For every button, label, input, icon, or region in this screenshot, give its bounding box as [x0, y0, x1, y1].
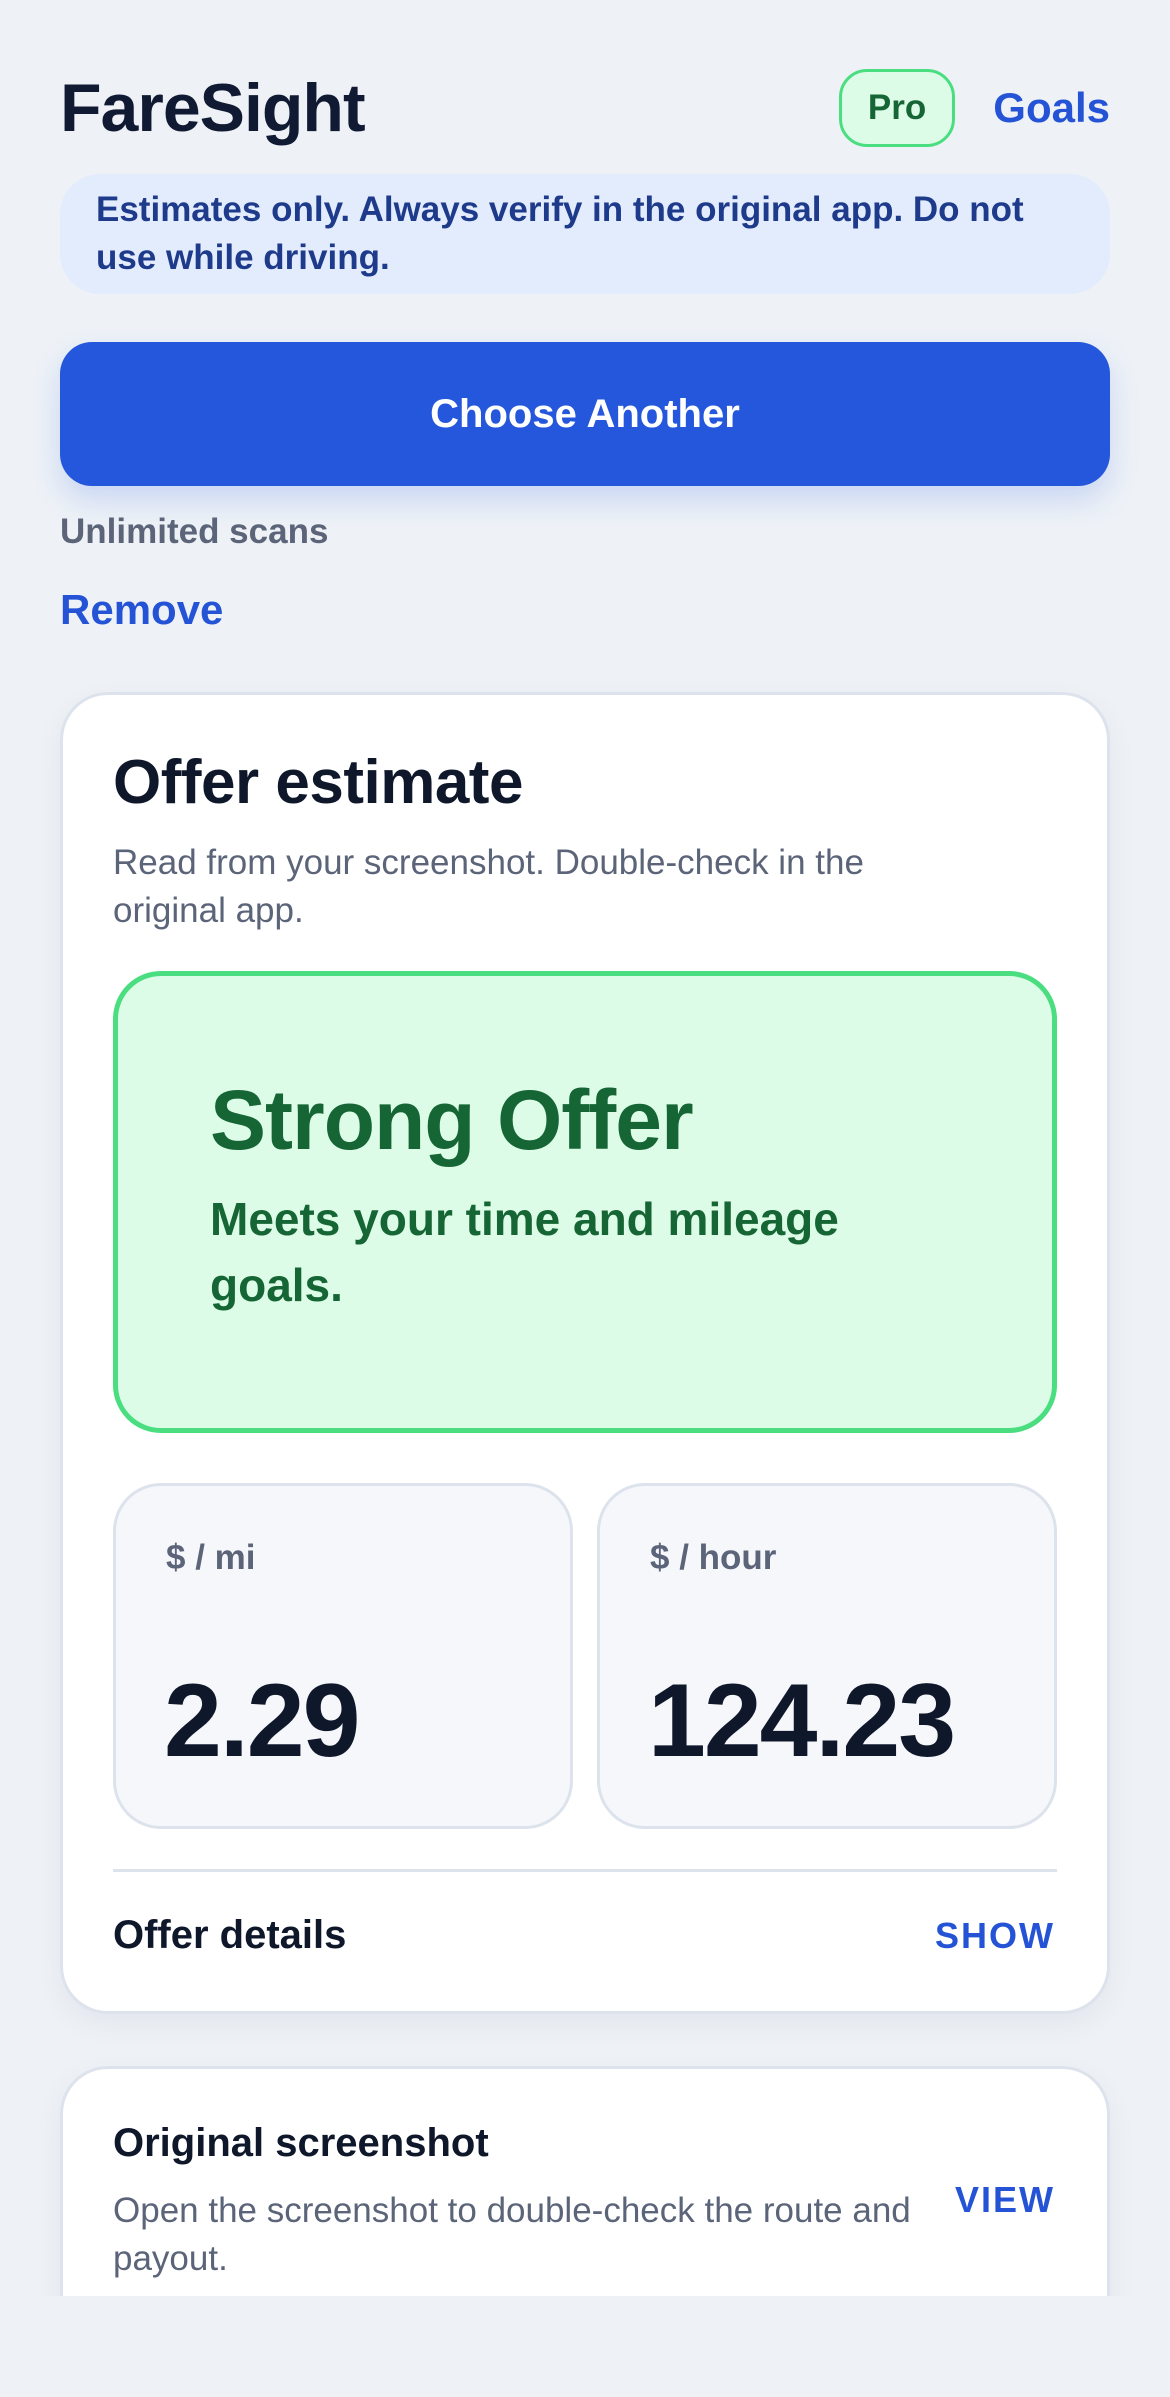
- goals-link[interactable]: Goals: [993, 84, 1110, 132]
- view-screenshot-button[interactable]: VIEW: [955, 2179, 1055, 2221]
- bottom-backdrop: [0, 2296, 1170, 2397]
- app-title: FareSight: [60, 70, 366, 146]
- metric-label: $ / hour: [650, 1538, 777, 1577]
- offer-details-label: Offer details: [113, 1913, 347, 1957]
- offer-verdict-panel: Strong Offer Meets your time and mileage…: [113, 971, 1057, 1433]
- screenshot-card-title: Original screenshot: [113, 2121, 489, 2165]
- header: FareSight Pro Goals: [60, 68, 1110, 148]
- card-title: Offer estimate: [113, 748, 523, 817]
- pro-badge: Pro: [838, 69, 956, 147]
- offer-estimate-card: Offer estimate Read from your screenshot…: [60, 692, 1110, 2014]
- show-details-button[interactable]: SHOW: [935, 1915, 1055, 1957]
- scans-status: Unlimited scans: [60, 512, 329, 551]
- app-screen: FareSight Pro Goals Estimates only. Alwa…: [0, 0, 1170, 2397]
- screenshot-card-text: Open the screenshot to double-check the …: [113, 2191, 911, 2278]
- metric-label: $ / mi: [166, 1538, 256, 1577]
- verdict-text: Meets your time and mileage goals.: [210, 1193, 839, 1311]
- remove-link[interactable]: Remove: [60, 586, 223, 634]
- disclaimer-text: Estimates only. Always verify in the ori…: [96, 190, 1024, 277]
- metric-per-hour: $ / hour 124.23: [597, 1483, 1057, 1829]
- metric-value: 2.29: [164, 1663, 360, 1779]
- disclaimer-notice: Estimates only. Always verify in the ori…: [60, 174, 1110, 294]
- header-actions: Pro Goals: [838, 69, 1110, 147]
- card-subtitle: Read from your screenshot. Double-check …: [113, 843, 864, 930]
- verdict-title: Strong Offer: [210, 1073, 694, 1167]
- choose-another-button[interactable]: Choose Another: [60, 342, 1110, 486]
- metric-per-mile: $ / mi 2.29: [113, 1483, 573, 1829]
- metric-value: 124.23: [648, 1663, 956, 1779]
- divider: [113, 1869, 1057, 1872]
